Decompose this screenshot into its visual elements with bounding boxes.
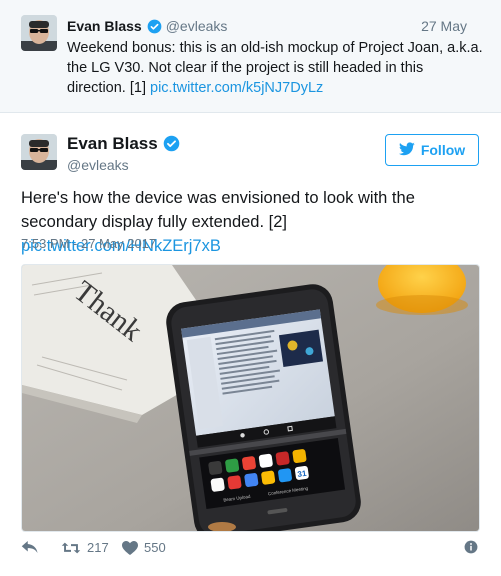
tweet-actions: 217 550: [21, 540, 480, 560]
retweet-count: 217: [87, 540, 109, 555]
parent-avatar[interactable]: [21, 15, 57, 51]
retweet-icon: [61, 541, 81, 555]
twitter-bird-icon: [398, 141, 415, 159]
heart-icon: [122, 540, 138, 555]
like-count: 550: [144, 540, 166, 555]
parent-tweet-text: Weekend bonus: this is an old-ish mockup…: [67, 38, 485, 98]
reply-button[interactable]: [21, 540, 39, 554]
parent-author-handle[interactable]: @evleaks: [166, 18, 228, 34]
verified-badge-icon: [147, 19, 162, 39]
calendar-day-label: 31: [297, 469, 308, 479]
parent-tweet: Evan Blass @evleaks 27 May Weekend bonus:…: [0, 0, 501, 113]
info-icon: [464, 540, 478, 554]
follow-button[interactable]: Follow: [385, 134, 479, 166]
follow-button-label: Follow: [420, 142, 466, 158]
info-button[interactable]: [464, 540, 478, 554]
author-avatar[interactable]: [21, 134, 57, 170]
phone-mockup-image: Thank 31 Beam Upload Conference Meeting: [22, 265, 479, 531]
parent-tweet-header: Evan Blass @evleaks 27 May: [67, 16, 467, 36]
parent-tweet-link[interactable]: pic.twitter.com/k5jNJ7DyLz: [150, 80, 323, 96]
author-name[interactable]: Evan Blass: [67, 134, 158, 153]
tweet-timestamp[interactable]: 7:53 PM - 27 May 2017: [21, 236, 156, 252]
retweet-button[interactable]: 217: [61, 540, 109, 555]
author-name-row: Evan Blass: [67, 133, 180, 158]
verified-badge-icon: [163, 135, 180, 158]
author-handle[interactable]: @evleaks: [67, 156, 129, 174]
parent-tweet-date[interactable]: 27 May: [421, 16, 467, 36]
reply-icon: [21, 540, 39, 554]
parent-author-name[interactable]: Evan Blass: [67, 18, 142, 34]
tweet-body: Here's how the device was envisioned to …: [21, 189, 415, 231]
like-button[interactable]: 550: [122, 540, 166, 555]
tweet-photo[interactable]: Thank 31 Beam Upload Conference Meeting: [21, 264, 480, 532]
